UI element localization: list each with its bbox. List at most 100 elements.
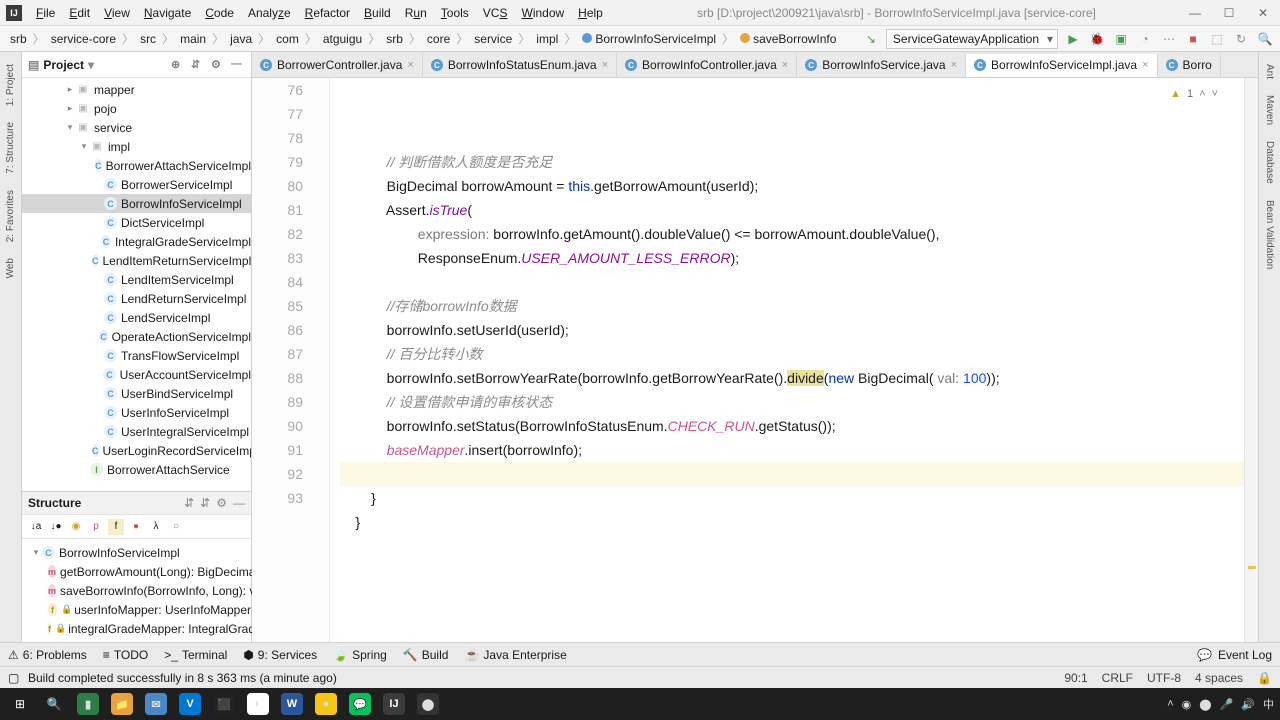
tree-item[interactable]: ▸▣pojo [22, 99, 251, 118]
show-fields-icon[interactable]: ◉ [68, 519, 84, 535]
indent[interactable]: 4 spaces [1195, 671, 1243, 685]
bottom-tool-javaenterprise[interactable]: ☕Java Enterprise [464, 648, 566, 662]
tree-item[interactable]: CUserLoginRecordServiceImpl [22, 441, 251, 460]
minimize-icon[interactable]: — [1184, 6, 1206, 20]
event-log-label[interactable]: Event Log [1218, 648, 1272, 662]
task-app-6[interactable]: ◐ [244, 691, 272, 717]
run-icon[interactable]: ▶ [1064, 30, 1082, 48]
editor-tab[interactable]: CBorrowerController.java× [252, 53, 423, 77]
profile-icon[interactable]: ◔ [1136, 30, 1154, 48]
tree-item[interactable]: ▾▣impl [22, 137, 251, 156]
bottom-tool-spring[interactable]: 🍃Spring [333, 648, 387, 662]
tree-item[interactable]: CLendItemServiceImpl [22, 270, 251, 289]
code[interactable]: ▲ 1 ˄ ˅ // 判断借款人额度是否充足 BigDecimal borrow… [330, 78, 1244, 642]
tool-ant-tab[interactable]: Ant [1264, 60, 1275, 83]
line-number[interactable]: 90 [252, 414, 303, 438]
task-app-9[interactable]: 💬 [346, 691, 374, 717]
code-line[interactable]: borrowInfo.setBorrowYearRate(borrowInfo.… [340, 366, 1244, 390]
close-tab-icon[interactable]: × [602, 59, 608, 71]
git-icon[interactable]: ⬚ [1208, 30, 1226, 48]
structure-member[interactable]: f🔒userInfoMapper: UserInfoMapper [22, 600, 251, 619]
code-line[interactable]: Assert.isTrue( [340, 198, 1244, 222]
tree-item[interactable]: CUserAccountServiceImpl [22, 365, 251, 384]
bottom-tool-build[interactable]: 🔨Build [403, 648, 449, 662]
line-sep[interactable]: CRLF [1102, 671, 1133, 685]
line-number[interactable]: 84 [252, 270, 303, 294]
close-tab-icon[interactable]: × [407, 59, 413, 71]
code-line[interactable]: BigDecimal borrowAmount = this.getBorrow… [340, 174, 1244, 198]
structure-member[interactable]: f🔒integralGradeMapper: IntegralGradeMapp… [22, 619, 251, 638]
code-line[interactable]: //存储borrowInfo数据 [340, 294, 1244, 318]
struct-collapse-icon[interactable]: ⇵ [200, 496, 210, 510]
close-tab-icon[interactable]: × [1142, 59, 1148, 71]
tool-web-tab[interactable]: Web [5, 254, 16, 282]
code-line[interactable]: borrowInfo.setUserId(userId); [340, 318, 1244, 342]
code-line[interactable]: expression: borrowInfo.getAmount().doubl… [340, 222, 1244, 246]
structure-member[interactable]: msaveBorrowInfo(BorrowInfo, Long): void [22, 581, 251, 600]
breadcrumb-seg[interactable]: srb [6, 30, 31, 48]
build-hammer-icon[interactable]: ↘ [862, 30, 880, 48]
breadcrumb-seg[interactable]: com [272, 30, 303, 48]
code-line[interactable] [340, 534, 1244, 558]
line-number[interactable]: 81 [252, 198, 303, 222]
show-lambda-icon[interactable]: λ [148, 519, 164, 535]
line-number[interactable]: 80 [252, 174, 303, 198]
task-app-5[interactable]: ⬛ [210, 691, 238, 717]
line-number[interactable]: 92 [252, 462, 303, 486]
prev-highlight-icon[interactable]: ˄ [1199, 82, 1205, 106]
menu-edit[interactable]: Edit [63, 3, 96, 23]
tree-item[interactable]: ▾▣service [22, 118, 251, 137]
breadcrumb-seg[interactable]: service [470, 30, 516, 48]
task-app-1[interactable]: ▮ [74, 691, 102, 717]
hide-icon[interactable]: — [231, 58, 245, 72]
structure-member[interactable]: mgetBorrowAmount(Long): BigDecimal [22, 562, 251, 581]
task-app-4[interactable]: V [176, 691, 204, 717]
tree-arrow-icon[interactable]: ▾ [64, 122, 76, 133]
editor-tab[interactable]: CBorrowInfoController.java× [617, 53, 797, 77]
stop-icon[interactable]: ■ [1184, 30, 1202, 48]
next-highlight-icon[interactable]: ˅ [1212, 82, 1218, 106]
lock-icon[interactable]: 🔒 [1257, 671, 1272, 685]
tool-structure-tab[interactable]: 7: Structure [5, 118, 16, 178]
menu-file[interactable]: File [30, 3, 61, 23]
breadcrumb-class[interactable]: BorrowInfoServiceImpl [578, 30, 720, 48]
search-icon[interactable]: 🔍 [1256, 30, 1274, 48]
task-app-2[interactable]: 📁 [108, 691, 136, 717]
editor-tab[interactable]: CBorrowInfoServiceImpl.java× [966, 54, 1158, 78]
code-line[interactable]: } [340, 510, 1244, 534]
tree-item[interactable]: COperateActionServiceImpl [22, 327, 251, 346]
line-number[interactable]: 79 [252, 150, 303, 174]
tool-maven-tab[interactable]: Maven [1264, 91, 1275, 129]
tray-icon-3[interactable]: 🎤 [1220, 698, 1234, 711]
struct-expand-icon[interactable]: ⇵ [184, 496, 194, 510]
search-taskbar-icon[interactable]: 🔍 [40, 691, 68, 717]
task-app-7[interactable]: W [278, 691, 306, 717]
show-inherited-icon[interactable]: f [108, 519, 124, 535]
maximize-icon[interactable]: ☐ [1218, 6, 1240, 20]
code-line[interactable]: } [340, 486, 1244, 510]
breadcrumb-seg[interactable]: atguigu [319, 30, 366, 48]
tray-icon-1[interactable]: ◉ [1182, 698, 1192, 711]
task-app-11[interactable]: ⬤ [414, 691, 442, 717]
code-line[interactable] [340, 270, 1244, 294]
tree-arrow-icon[interactable]: ▸ [64, 103, 76, 114]
tree-item[interactable]: IBorrowerAttachService [22, 460, 251, 479]
line-number[interactable]: 82 [252, 222, 303, 246]
task-app-8[interactable]: ● [312, 691, 340, 717]
code-line[interactable]: // 设置借款申请的审核状态 [340, 390, 1244, 414]
event-log-icon[interactable]: 💬 [1197, 648, 1212, 662]
line-number[interactable]: 85 [252, 294, 303, 318]
inspection-widget[interactable]: ▲ 1 ˄ ˅ [1170, 82, 1218, 106]
struct-gear-icon[interactable]: ⚙ [216, 496, 227, 510]
gear-icon[interactable]: ⚙ [211, 58, 225, 72]
menu-vcs[interactable]: VCS [477, 3, 514, 23]
line-number[interactable]: 86 [252, 318, 303, 342]
tree-item[interactable]: CTransFlowServiceImpl [22, 346, 251, 365]
tree-arrow-icon[interactable]: ▾ [78, 141, 90, 152]
tree-item[interactable]: CBorrowerServiceImpl [22, 175, 251, 194]
tree-item[interactable]: CUserInfoServiceImpl [22, 403, 251, 422]
coverage-icon[interactable]: ▣ [1112, 30, 1130, 48]
debug-icon[interactable]: 🐞 [1088, 30, 1106, 48]
editor-tab[interactable]: CBorro [1158, 53, 1221, 77]
tree-item[interactable]: CLendItemReturnServiceImpl [22, 251, 251, 270]
